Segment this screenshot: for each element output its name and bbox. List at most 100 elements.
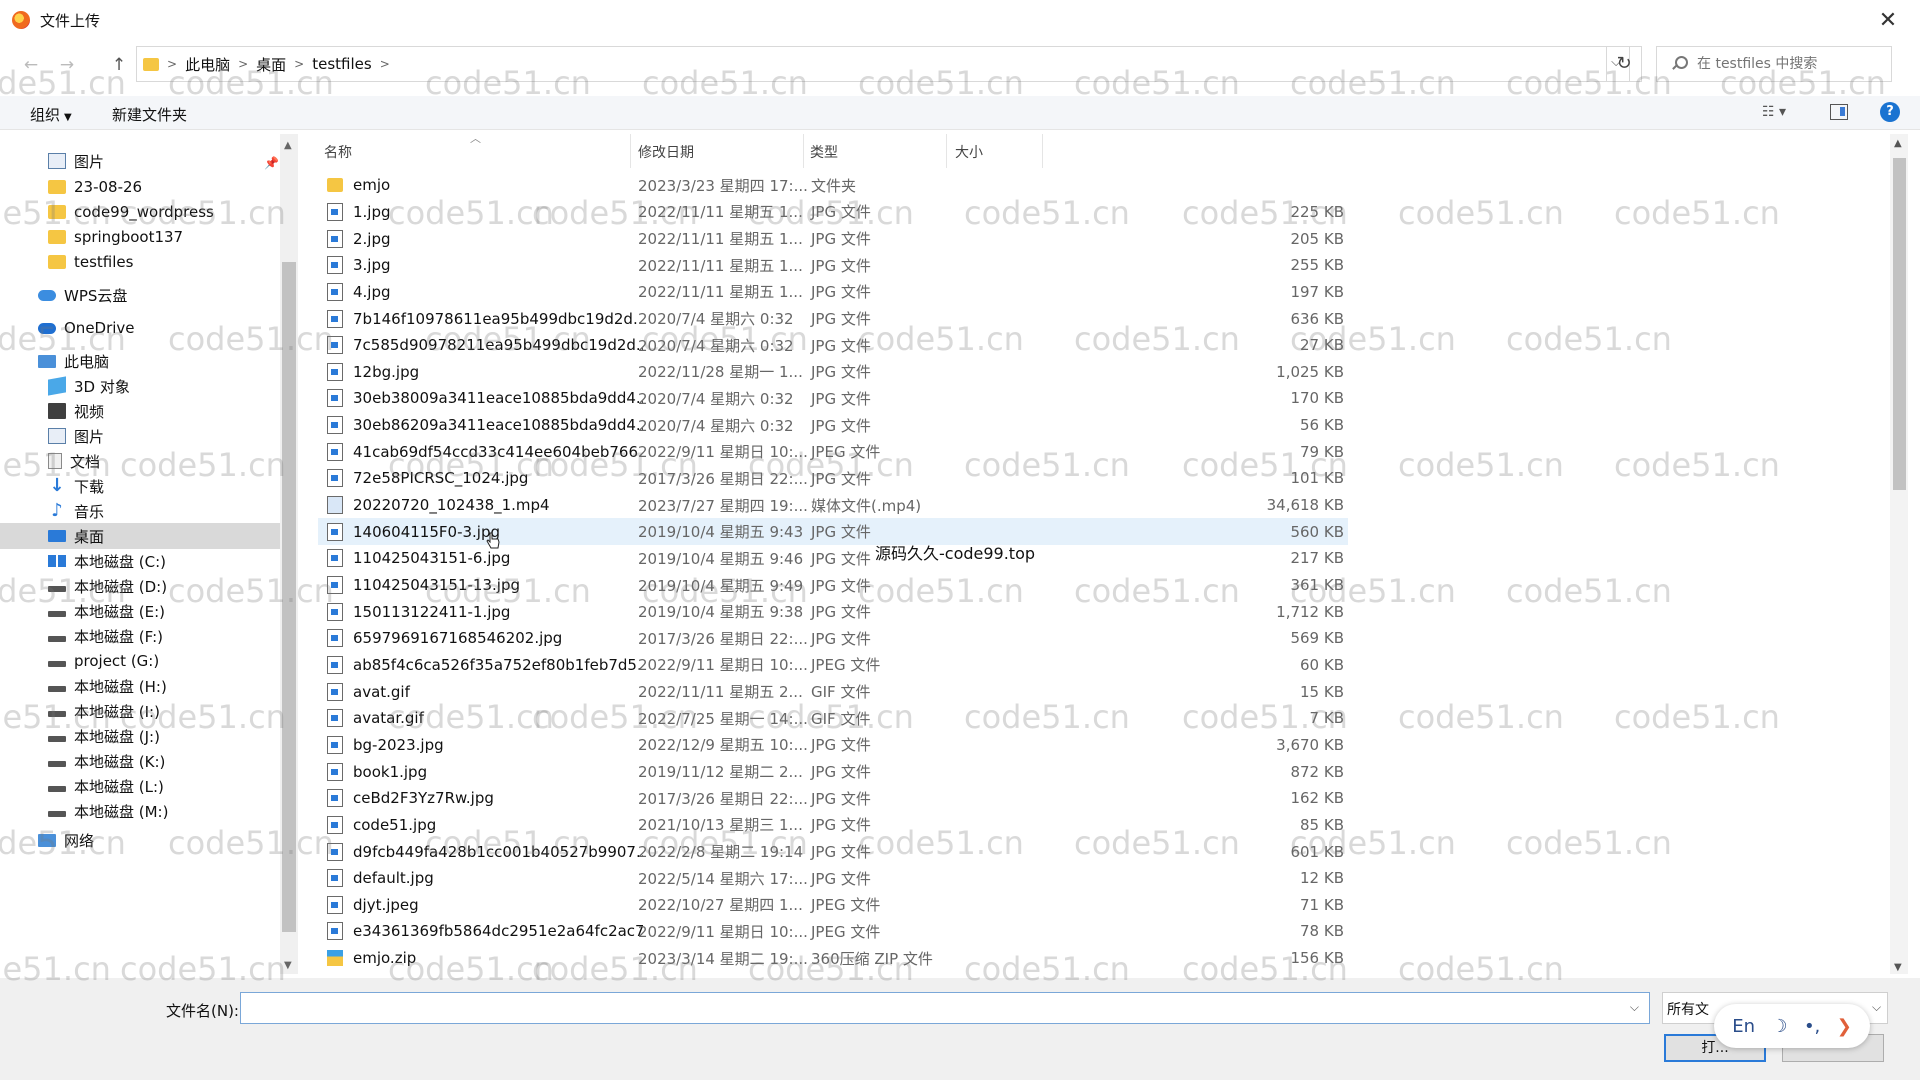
- pin-icon[interactable]: 📌: [264, 156, 279, 170]
- sidebar-item[interactable]: ♪ 音乐: [0, 498, 280, 524]
- sidebar-item[interactable]: 文档: [0, 448, 280, 474]
- up-arrow-icon[interactable]: ↑: [108, 54, 130, 76]
- file-row[interactable]: 7b146f10978611ea95b499dbc19d2d... 2020/7/…: [318, 305, 1348, 332]
- file-row[interactable]: 72e58PICRSC_1024.jpg 2017/3/26 星期日 22:...…: [318, 465, 1348, 492]
- search-input[interactable]: [1697, 56, 1877, 72]
- search-box[interactable]: [1656, 46, 1892, 82]
- file-row[interactable]: 41cab69df54ccd33c414ee604beb766... 2022/9…: [318, 439, 1348, 466]
- filename-input[interactable]: [241, 993, 1611, 1023]
- breadcrumb-this-pc[interactable]: 此电脑: [185, 54, 230, 75]
- sidebar-scroll-thumb[interactable]: [282, 262, 296, 932]
- chevron-right-icon[interactable]: ❯: [1837, 1016, 1852, 1037]
- column-header-date[interactable]: 修改日期: [638, 142, 694, 162]
- filename-field[interactable]: ⌵: [240, 992, 1650, 1024]
- file-row[interactable]: 6597969167168546202.jpg 2017/3/26 星期日 22:…: [318, 625, 1348, 652]
- sidebar-item[interactable]: OneDrive: [0, 315, 280, 341]
- file-row[interactable]: ab85f4c6ca526f35a752ef80b1feb7d5... 2022/…: [318, 652, 1348, 679]
- file-row[interactable]: 1.jpg 2022/11/11 星期五 1... JPG 文件 225 KB: [318, 199, 1348, 226]
- file-row[interactable]: code51.jpg 2021/10/13 星期三 1... JPG 文件 85 KB: [318, 812, 1348, 839]
- sidebar-item[interactable]: 本地磁盘 (C:): [0, 548, 280, 574]
- sidebar-item[interactable]: 图片: [0, 423, 280, 449]
- forward-arrow-icon[interactable]: →: [56, 54, 78, 76]
- sidebar-item[interactable]: project (G:): [0, 648, 280, 674]
- file-row[interactable]: ceBd2F3Yz7Rw.jpg 2017/3/26 星期日 22:... JPG …: [318, 785, 1348, 812]
- punctuation-icon[interactable]: •,: [1804, 1016, 1820, 1037]
- file-row[interactable]: 30eb38009a3411eace10885bda9dd4... 2020/7/…: [318, 385, 1348, 412]
- sidebar-item[interactable]: 图片 📌: [0, 148, 280, 174]
- sidebar-item[interactable]: WPS云盘: [0, 282, 280, 308]
- sidebar-item[interactable]: 本地磁盘 (M:): [0, 798, 280, 824]
- help-icon[interactable]: ?: [1880, 102, 1900, 122]
- column-header-size[interactable]: 大小: [955, 142, 983, 162]
- sidebar-item[interactable]: code99_wordpress: [0, 199, 280, 225]
- file-row[interactable]: djyt.jpeg 2022/10/27 星期四 1... JPEG 文件 71 KB: [318, 892, 1348, 919]
- column-divider[interactable]: [630, 134, 631, 168]
- file-row[interactable]: 2.jpg 2022/11/11 星期五 1... JPG 文件 205 KB: [318, 225, 1348, 252]
- scroll-up-arrow-icon[interactable]: ▲: [284, 140, 292, 151]
- breadcrumb-desktop[interactable]: 桌面: [256, 54, 286, 75]
- column-divider[interactable]: [946, 134, 947, 168]
- file-row[interactable]: default.jpg 2022/5/14 星期六 17:... JPG 文件 12 …: [318, 865, 1348, 892]
- sidebar-item[interactable]: 本地磁盘 (F:): [0, 623, 280, 649]
- file-row[interactable]: 30eb86209a3411eace10885bda9dd4... 2020/7/…: [318, 412, 1348, 439]
- column-divider[interactable]: [1042, 134, 1043, 168]
- sidebar-item[interactable]: 23-08-26: [0, 174, 280, 200]
- file-row[interactable]: 140604115F0-3.jpg 2019/10/4 星期五 9:43 JPG 文…: [318, 518, 1348, 546]
- file-row[interactable]: avatar.gif 2022/7/25 星期一 14:... GIF 文件 7 KB: [318, 705, 1348, 732]
- navigation-pane[interactable]: 图片 📌 23-08-26 code99_wordpress springboot137…: [0, 134, 300, 974]
- file-row[interactable]: 12bg.jpg 2022/11/28 星期一 1... JPG 文件 1,025 K…: [318, 359, 1348, 386]
- breadcrumb-testfiles[interactable]: testfiles: [312, 55, 371, 73]
- column-header-type[interactable]: 类型: [810, 142, 838, 162]
- sidebar-item[interactable]: 网络: [0, 827, 280, 853]
- sidebar-item[interactable]: 本地磁盘 (E:): [0, 598, 280, 624]
- new-folder-button[interactable]: 新建文件夹: [112, 104, 187, 125]
- sidebar-item[interactable]: 本地磁盘 (K:): [0, 748, 280, 774]
- column-header-name[interactable]: 名称: [324, 142, 352, 162]
- sidebar-item[interactable]: 本地磁盘 (I:): [0, 698, 280, 724]
- back-arrow-icon[interactable]: ←: [20, 54, 42, 76]
- ime-language-label[interactable]: En: [1732, 1016, 1755, 1037]
- column-divider[interactable]: [803, 134, 804, 168]
- chevron-right-icon[interactable]: >: [380, 57, 390, 71]
- file-row[interactable]: 4.jpg 2022/11/11 星期五 1... JPG 文件 197 KB: [318, 279, 1348, 306]
- moon-icon[interactable]: ☽: [1771, 1016, 1787, 1037]
- scroll-down-arrow-icon[interactable]: ▼: [284, 960, 292, 971]
- sidebar-item[interactable]: 此电脑: [0, 348, 280, 374]
- file-list-scroll-thumb[interactable]: [1893, 158, 1906, 490]
- sidebar-item[interactable]: springboot137: [0, 224, 280, 250]
- file-row[interactable]: avat.gif 2022/11/11 星期五 2... GIF 文件 15 KB: [318, 678, 1348, 705]
- sidebar-item[interactable]: 3D 对象: [0, 373, 280, 399]
- sidebar-item[interactable]: 桌面: [0, 523, 280, 549]
- file-row[interactable]: bg-2023.jpg 2022/12/9 星期五 10:... JPG 文件 3,6…: [318, 732, 1348, 759]
- file-row[interactable]: book1.jpg 2019/11/12 星期二 2... JPG 文件 872 KB: [318, 758, 1348, 785]
- sidebar-item[interactable]: 本地磁盘 (J:): [0, 723, 280, 749]
- file-row[interactable]: 150113122411-1.jpg 2019/10/4 星期五 9:38 JPG …: [318, 598, 1348, 625]
- sidebar-item[interactable]: 本地磁盘 (H:): [0, 673, 280, 699]
- sidebar-item[interactable]: testfiles: [0, 249, 280, 275]
- chevron-down-icon[interactable]: ⌵: [1872, 1000, 1881, 1015]
- file-row[interactable]: 3.jpg 2022/11/11 星期五 1... JPG 文件 255 KB: [318, 252, 1348, 279]
- sidebar-item[interactable]: 本地磁盘 (L:): [0, 773, 280, 799]
- file-row[interactable]: 20220720_102438_1.mp4 2023/7/27 星期四 19:..…: [318, 492, 1348, 519]
- file-row[interactable]: emjo.zip 2023/3/14 星期二 19:... 360压缩 ZIP 文件…: [318, 945, 1348, 972]
- chevron-down-icon[interactable]: ⌵: [1630, 1000, 1639, 1015]
- breadcrumb[interactable]: > 此电脑 > 桌面 > testfiles > ⌵: [136, 46, 1630, 82]
- file-list[interactable]: ︿ 名称 修改日期 类型 大小 emjo 2023/3/23 星期四 17:...…: [310, 134, 1890, 974]
- close-icon[interactable]: ✕: [1868, 4, 1908, 36]
- view-options-icon[interactable]: ☷ ▾: [1762, 104, 1786, 120]
- file-row[interactable]: 110425043151-6.jpg 2019/10/4 星期五 9:46 JPG …: [318, 545, 1348, 572]
- file-row[interactable]: d9fcb449fa428b1cc001b40527b9907... 2022/2…: [318, 838, 1348, 865]
- scroll-down-arrow-icon[interactable]: ▼: [1894, 962, 1902, 973]
- file-row[interactable]: e34361369fb5864dc2951e2a64fc2ac7... 2022/…: [318, 918, 1348, 945]
- refresh-icon[interactable]: ↻: [1606, 46, 1642, 82]
- sidebar-item[interactable]: 本地磁盘 (D:): [0, 573, 280, 599]
- file-row[interactable]: 110425043151-13.jpg 2019/10/4 星期五 9:49 JPG…: [318, 572, 1348, 599]
- preview-pane-icon[interactable]: [1830, 104, 1848, 120]
- ime-toolbar[interactable]: En ☽ •, ❯: [1714, 1004, 1870, 1048]
- sidebar-item[interactable]: 视频: [0, 398, 280, 424]
- organize-menu-button[interactable]: 组织 ▼: [30, 104, 72, 125]
- file-row[interactable]: emjo 2023/3/23 星期四 17:... 文件夹: [318, 172, 1348, 199]
- sidebar-item[interactable]: ↓ 下载: [0, 473, 280, 499]
- scroll-up-arrow-icon[interactable]: ▲: [1894, 138, 1902, 149]
- file-row[interactable]: 7c585d90978211ea95b499dbc19d2d... 2020/7/…: [318, 332, 1348, 359]
